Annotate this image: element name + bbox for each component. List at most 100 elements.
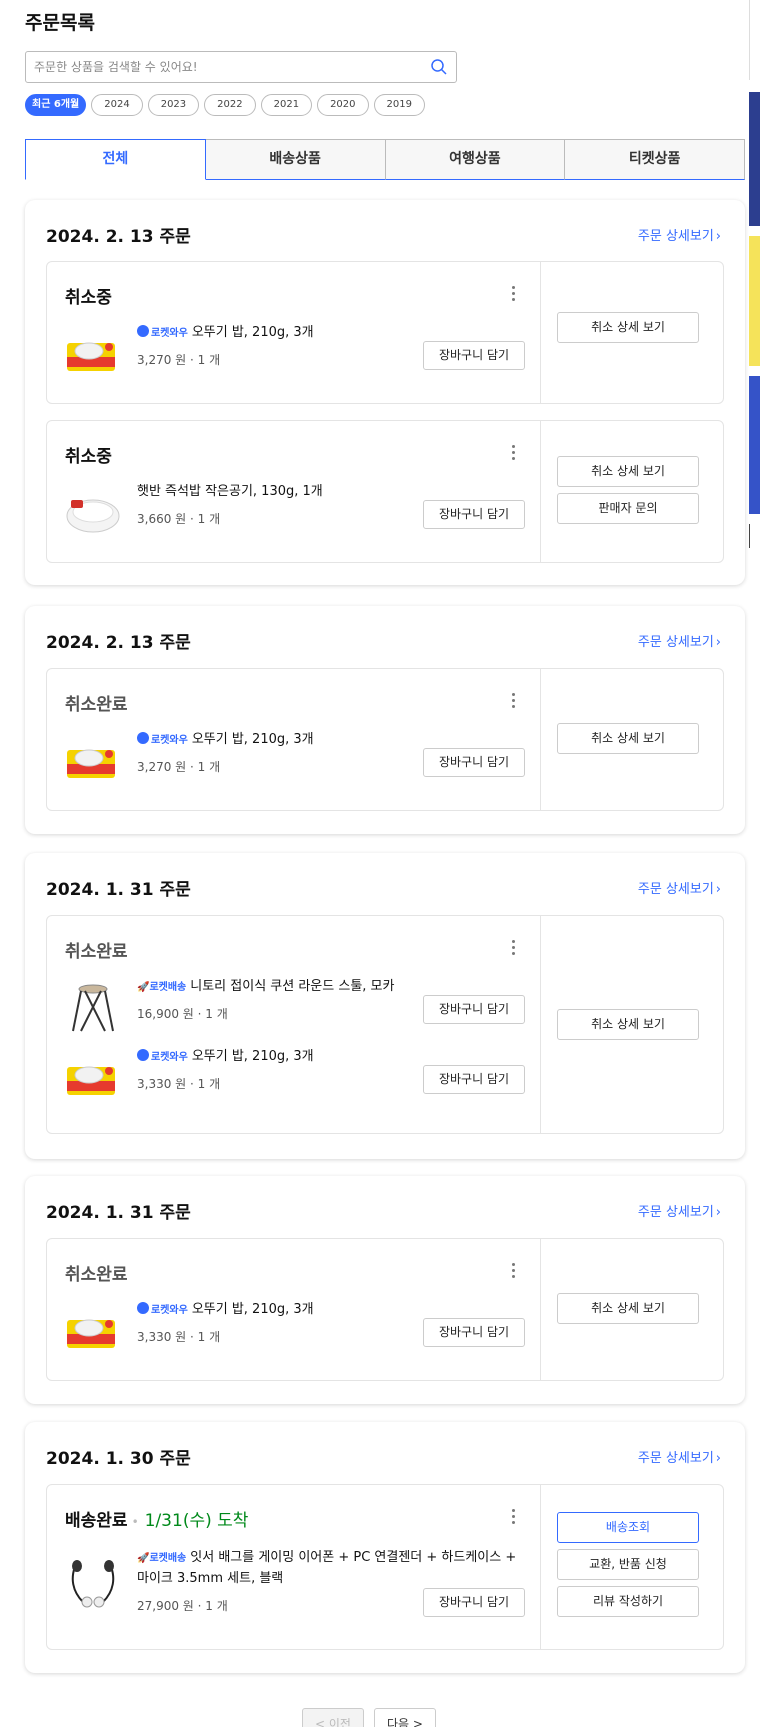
add-to-cart-button[interactable]: 장바구니 담기: [423, 995, 525, 1024]
order-date: 2024. 1. 31 주문: [46, 880, 191, 900]
product-name[interactable]: 햇반 즉석밥 작은공기, 130g, 1개: [137, 482, 522, 502]
track-delivery-button[interactable]: 배송조회: [557, 1512, 699, 1543]
more-icon[interactable]: [510, 940, 516, 956]
tab-delivery[interactable]: 배송상품: [205, 139, 386, 180]
product-thumbnail[interactable]: [65, 488, 121, 538]
cancel-detail-button[interactable]: 취소 상세 보기: [557, 1009, 699, 1040]
more-icon[interactable]: [510, 693, 516, 709]
order-date: 2024. 1. 30 주문: [46, 1449, 191, 1469]
bundle-actions: 취소 상세 보기: [557, 1009, 705, 1046]
badge-text: 로켓와우: [151, 735, 188, 746]
list-item: 🚀로켓배송 잇서 배그를 게이밍 이어폰 + PC 연결젠더 + 하드케이스 + …: [65, 1548, 525, 1638]
side-banner-edge: [749, 0, 760, 80]
add-to-cart-button[interactable]: 장바구니 담기: [423, 1588, 525, 1617]
bundle-items: 취소완료 🚀로켓배송 니토리 접이식 쿠션 라운드 스툴, 모카 16,900 원…: [47, 916, 541, 1133]
tab-travel[interactable]: 여행상품: [385, 139, 566, 180]
tab-ticket[interactable]: 티켓상품: [565, 139, 745, 180]
next-page-button[interactable]: 다음 >: [373, 1708, 436, 1727]
shipment-bundle: 취소완료 로켓와우 오뚜기 밥, 210g, 3개 3,270 원 · 1 개 장…: [46, 668, 724, 811]
product-thumbnail[interactable]: [65, 329, 121, 379]
status-label: 취소완료: [65, 695, 128, 715]
order-detail-link[interactable]: 주문 상세보기 ›: [638, 1201, 721, 1220]
order-detail-label: 주문 상세보기: [637, 882, 714, 897]
chevron-right-icon: ›: [715, 882, 721, 897]
rocket-wow-badge: 로켓와우: [137, 732, 188, 746]
cancel-detail-button[interactable]: 취소 상세 보기: [557, 312, 699, 343]
page-title: 주문목록: [25, 12, 95, 34]
product-price: 3,330 원 · 1 개: [137, 1077, 221, 1091]
product-title: 오뚜기 밥, 210g, 3개: [191, 325, 314, 340]
more-icon[interactable]: [510, 1509, 516, 1525]
status-label: 배송완료 • 1/31(수) 도착: [65, 1506, 248, 1531]
product-thumbnail[interactable]: [65, 736, 121, 786]
product-thumbnail[interactable]: [65, 983, 121, 1033]
order-detail-link[interactable]: 주문 상세보기 ›: [638, 225, 721, 244]
badge-text: 로켓배송: [149, 982, 187, 993]
chip-2023[interactable]: 2023: [147, 94, 200, 116]
rocket-icon: [137, 325, 149, 337]
cancel-detail-button[interactable]: 취소 상세 보기: [557, 456, 699, 487]
more-icon[interactable]: [510, 286, 516, 302]
badge-text: 로켓와우: [151, 1052, 188, 1063]
order-detail-link[interactable]: 주문 상세보기 ›: [638, 631, 721, 650]
order-detail-label: 주문 상세보기: [637, 1451, 714, 1466]
list-item: 🚀로켓배송 니토리 접이식 쿠션 라운드 스툴, 모카 16,900 원 · 1 …: [65, 977, 525, 1037]
year-filter-chips: 최근 6개월 2024 2023 2022 2021 2020 2019: [25, 94, 425, 116]
chip-2022[interactable]: 2022: [204, 94, 256, 116]
bundle-items: 취소중 햇반 즉석밥 작은공기, 130g, 1개 3,660 원 · 1 개 …: [47, 421, 541, 562]
order-date: 2024. 2. 13 주문: [46, 633, 191, 653]
order-date: 2024. 2. 13 주문: [46, 227, 191, 247]
list-item: 햇반 즉석밥 작은공기, 130g, 1개 3,660 원 · 1 개 장바구니…: [65, 482, 525, 542]
bundle-actions: 취소 상세 보기 판매자 문의: [557, 456, 705, 530]
product-price: 27,900 원 · 1 개: [137, 1599, 228, 1613]
chip-2019[interactable]: 2019: [373, 94, 425, 116]
rocket-wow-badge: 로켓와우: [137, 1049, 188, 1063]
chip-2024[interactable]: 2024: [91, 94, 143, 116]
more-icon[interactable]: [510, 1263, 516, 1279]
search-box[interactable]: [25, 51, 457, 83]
chevron-right-icon: ›: [715, 1451, 721, 1466]
cancel-detail-button[interactable]: 취소 상세 보기: [557, 1293, 699, 1324]
add-to-cart-button[interactable]: 장바구니 담기: [423, 500, 525, 529]
rocket-wow-badge: 로켓와우: [137, 1302, 188, 1316]
product-price: 3,270 원 · 1 개: [137, 353, 221, 367]
separator-dot: •: [131, 1515, 139, 1529]
chip-2020[interactable]: 2020: [317, 94, 369, 116]
product-thumbnail[interactable]: [65, 1306, 121, 1356]
badge-text: 로켓배송: [149, 1553, 187, 1564]
order-detail-link[interactable]: 주문 상세보기 ›: [638, 878, 721, 897]
arrival-date: 1/31(수) 도착: [144, 1511, 249, 1531]
order-detail-link[interactable]: 주문 상세보기 ›: [638, 1447, 721, 1466]
status-label: 취소완료: [65, 1265, 128, 1285]
rocket-delivery-badge: 🚀로켓배송: [137, 1553, 187, 1564]
order-card: 2024. 2. 13 주문 주문 상세보기 › 취소완료 로켓와우 오뚜기 밥, …: [25, 606, 745, 834]
add-to-cart-button[interactable]: 장바구니 담기: [423, 341, 525, 370]
product-thumbnail[interactable]: [65, 1053, 121, 1103]
tab-all[interactable]: 전체: [25, 139, 206, 180]
product-thumbnail[interactable]: [65, 1558, 121, 1608]
write-review-button[interactable]: 리뷰 작성하기: [557, 1586, 699, 1617]
add-to-cart-button[interactable]: 장바구니 담기: [423, 1318, 525, 1347]
add-to-cart-button[interactable]: 장바구니 담기: [423, 748, 525, 777]
search-icon[interactable]: [430, 58, 448, 76]
product-name[interactable]: 🚀로켓배송 잇서 배그를 게이밍 이어폰 + PC 연결젠더 + 하드케이스 + …: [137, 1548, 522, 1589]
exchange-return-button[interactable]: 교환, 반품 신청: [557, 1549, 699, 1580]
add-to-cart-button[interactable]: 장바구니 담기: [423, 1065, 525, 1094]
product-price: 16,900 원 · 1 개: [137, 1007, 228, 1021]
seller-inquiry-button[interactable]: 판매자 문의: [557, 493, 699, 524]
order-date: 2024. 1. 31 주문: [46, 1203, 191, 1223]
rocket-icon: [137, 1049, 149, 1061]
product-price: 3,330 원 · 1 개: [137, 1330, 221, 1344]
search-input[interactable]: [26, 52, 416, 82]
more-icon[interactable]: [510, 445, 516, 461]
chip-2021[interactable]: 2021: [260, 94, 313, 116]
order-detail-label: 주문 상세보기: [637, 635, 714, 650]
status-label: 취소완료: [65, 942, 128, 962]
prev-page-button[interactable]: < 이전: [302, 1708, 364, 1727]
list-item: 로켓와우 오뚜기 밥, 210g, 3개 3,270 원 · 1 개 장바구니 담…: [65, 730, 525, 790]
cancel-detail-button[interactable]: 취소 상세 보기: [557, 723, 699, 754]
chevron-right-icon: ›: [715, 229, 721, 244]
chip-recent-6-months[interactable]: 최근 6개월: [25, 94, 87, 116]
rocket-icon: [137, 1302, 149, 1314]
order-card: 2024. 1. 30 주문 주문 상세보기 › 배송완료 • 1/31(수) 도착 …: [25, 1422, 745, 1673]
